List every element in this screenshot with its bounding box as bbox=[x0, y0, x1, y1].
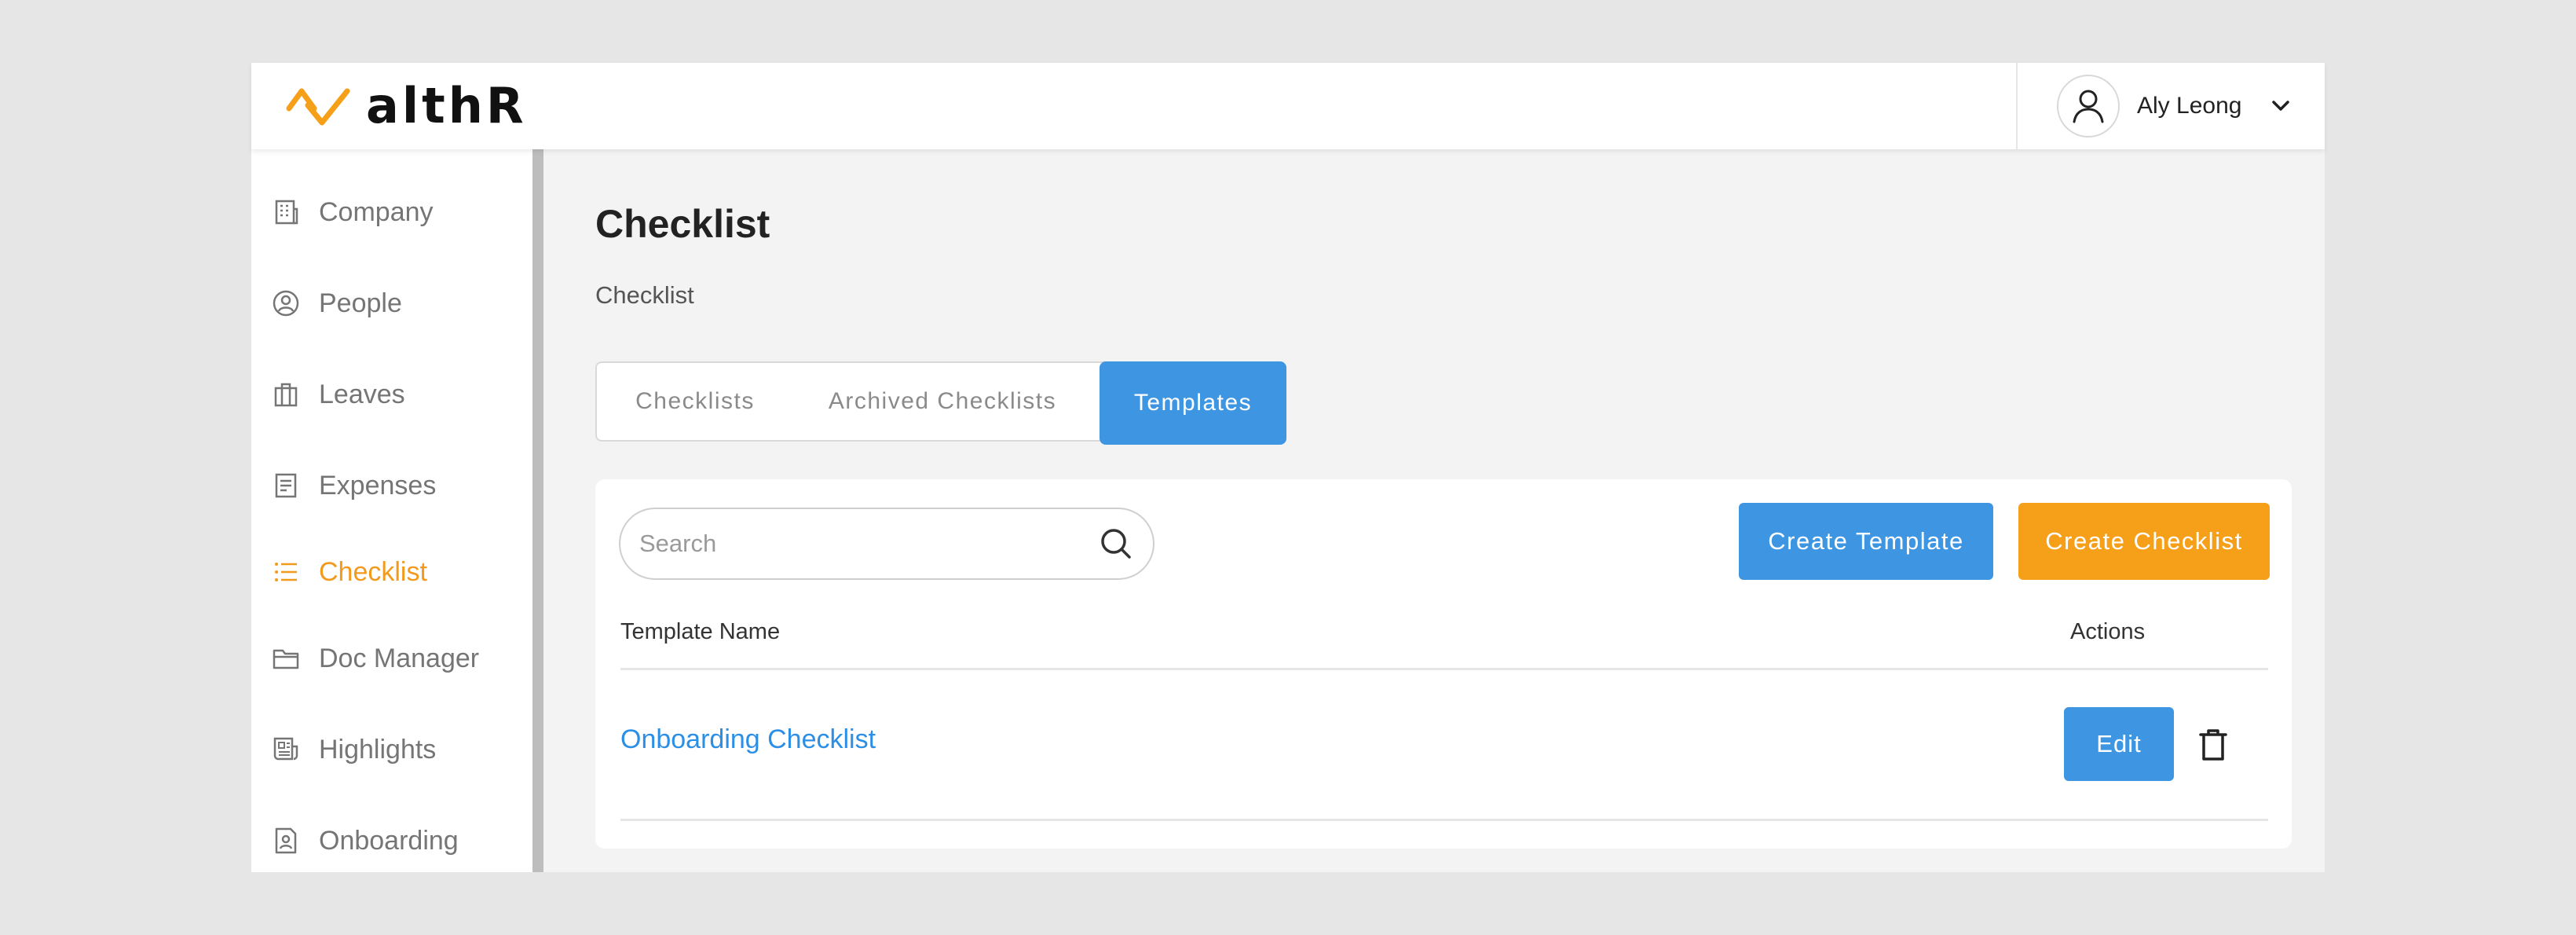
sidebar-item-people[interactable]: People bbox=[272, 280, 523, 327]
page-title: Checklist bbox=[595, 202, 770, 246]
edit-button[interactable]: Edit bbox=[2064, 707, 2174, 781]
sidebar-scrollbar[interactable] bbox=[532, 149, 543, 872]
suitcase-icon bbox=[274, 383, 298, 407]
sidebar: Company People Leaves Expenses Checklist… bbox=[251, 149, 528, 872]
app-window: althR Aly Leong Company People Leaves Ex… bbox=[251, 63, 2325, 872]
sidebar-item-label: Doc Manager bbox=[319, 643, 480, 673]
tab-archived-checklists[interactable]: Archived Checklists bbox=[793, 361, 1092, 442]
sidebar-item-label: Highlights bbox=[319, 734, 437, 764]
trash-icon[interactable] bbox=[2194, 726, 2232, 764]
althr-logo-text: althR bbox=[366, 76, 527, 134]
sidebar-item-label: Expenses bbox=[319, 470, 437, 500]
tab-checklists[interactable]: Checklists bbox=[597, 361, 793, 442]
newspaper-icon bbox=[273, 737, 298, 761]
main-content: Checklist Checklist Checklists Archived … bbox=[543, 149, 2325, 872]
sidebar-item-checklist[interactable]: Checklist bbox=[272, 548, 523, 596]
sidebar-item-leaves[interactable]: Leaves bbox=[272, 371, 523, 418]
templates-card: Create Template Create Checklist Templat… bbox=[595, 479, 2292, 849]
tab-templates[interactable]: Templates bbox=[1100, 361, 1286, 445]
sidebar-item-label: Checklist bbox=[319, 556, 427, 587]
sidebar-item-doc-manager[interactable]: Doc Manager bbox=[272, 635, 523, 682]
list-icon bbox=[275, 563, 297, 581]
building-icon bbox=[275, 200, 298, 225]
table-header-divider bbox=[620, 668, 2268, 670]
tab-bar: Checklists Archived Checklists Templates bbox=[595, 361, 1286, 445]
sidebar-item-label: Leaves bbox=[319, 379, 405, 409]
create-template-button[interactable]: Create Template bbox=[1739, 503, 1993, 580]
user-name: Aly Leong bbox=[2137, 93, 2242, 119]
folder-icon bbox=[273, 649, 299, 669]
top-header: althR Aly Leong bbox=[251, 63, 2325, 149]
user-icon bbox=[2073, 90, 2104, 123]
sidebar-item-onboarding[interactable]: Onboarding bbox=[272, 817, 523, 864]
column-header-actions: Actions bbox=[2070, 619, 2146, 644]
create-checklist-button[interactable]: Create Checklist bbox=[2018, 503, 2270, 580]
user-menu[interactable]: Aly Leong bbox=[2016, 63, 2325, 149]
sidebar-item-company[interactable]: Company bbox=[272, 189, 523, 236]
sidebar-item-label: Company bbox=[319, 196, 434, 227]
avatar[interactable] bbox=[2057, 75, 2120, 138]
template-name-link[interactable]: Onboarding Checklist bbox=[620, 724, 876, 755]
column-header-template-name: Template Name bbox=[620, 619, 781, 644]
search-icon[interactable] bbox=[1098, 526, 1134, 562]
badge-icon bbox=[275, 827, 297, 854]
breadcrumb: Checklist bbox=[595, 281, 694, 309]
search-box[interactable] bbox=[619, 508, 1154, 580]
table-row-divider bbox=[620, 819, 2268, 821]
person-circle-icon bbox=[273, 290, 299, 317]
althr-logo-icon bbox=[286, 88, 350, 126]
chevron-down-icon[interactable] bbox=[2270, 95, 2292, 117]
sidebar-item-highlights[interactable]: Highlights bbox=[272, 726, 523, 773]
sidebar-item-expenses[interactable]: Expenses bbox=[272, 462, 523, 509]
search-input[interactable] bbox=[639, 530, 1098, 558]
althr-logo[interactable]: althR bbox=[284, 74, 527, 137]
sidebar-item-label: People bbox=[319, 288, 402, 318]
receipt-icon bbox=[275, 473, 297, 498]
sidebar-item-label: Onboarding bbox=[319, 825, 459, 856]
